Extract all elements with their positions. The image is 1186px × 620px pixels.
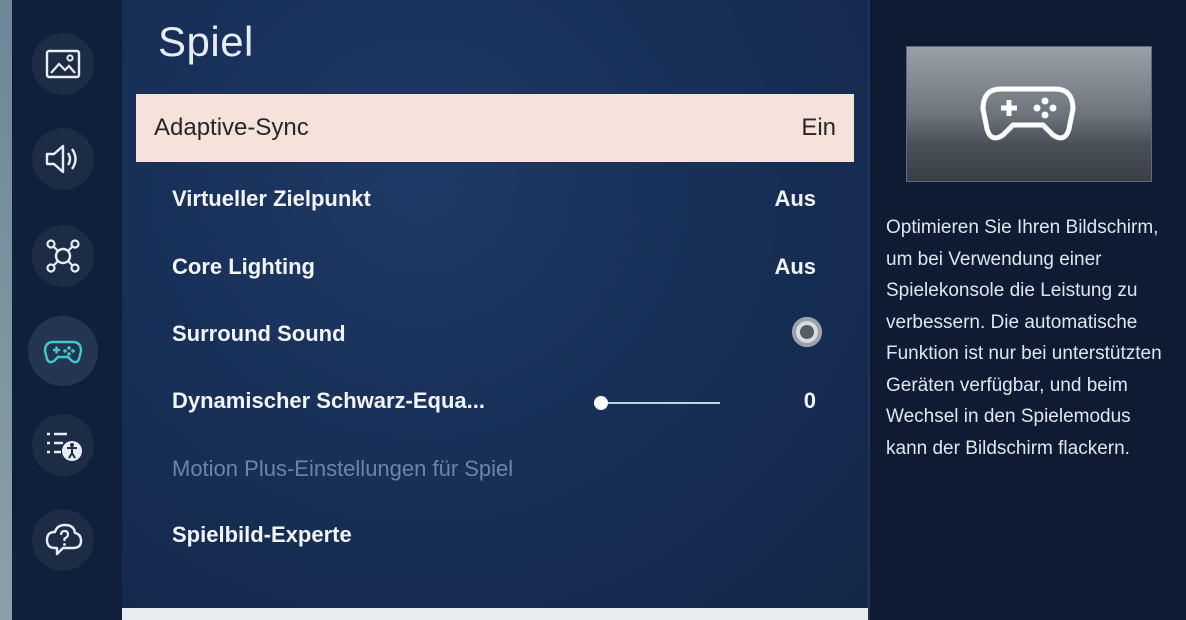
help-image: [906, 46, 1152, 182]
support-icon: [45, 523, 83, 556]
accessibility-icon: [47, 432, 82, 461]
help-panel: Optimieren Sie Ihren Bildschirm, um bei …: [868, 0, 1186, 620]
page-title: Spiel: [158, 18, 254, 65]
menu-item-value: Aus: [774, 186, 816, 211]
sound-icon: [45, 144, 77, 174]
picture-icon: [45, 49, 81, 79]
category-sidebar: [12, 0, 122, 620]
menu-item-surround-sound[interactable]: Surround Sound: [172, 313, 822, 353]
support-settings-button[interactable]: [32, 509, 94, 571]
menu-item-virtual-aim-point[interactable]: Virtueller Zielpunkt Aus: [172, 178, 822, 218]
menu-item-core-lighting[interactable]: Core Lighting Aus: [172, 246, 822, 286]
network-icon: [46, 239, 80, 273]
menu-item-motion-plus-settings: Motion Plus-Einstellungen für Spiel: [172, 448, 822, 488]
menu-item-value: Aus: [774, 254, 816, 279]
tv-settings-screen: Spiel Adaptive-Sync Ein Virtueller Zielp…: [0, 0, 1186, 620]
menu-item-value: Ein: [801, 114, 836, 141]
gamepad-icon: [980, 86, 1076, 141]
sound-settings-button[interactable]: [32, 128, 94, 190]
menu-item-label: Core Lighting: [172, 254, 315, 279]
black-equalizer-slider-track[interactable]: [602, 402, 720, 404]
menu-item-adaptive-sync[interactable]: Adaptive-Sync Ein: [136, 94, 854, 162]
menu-item-label: Adaptive-Sync: [154, 114, 309, 141]
connection-settings-button[interactable]: [32, 225, 94, 287]
menu-item-label: Spielbild-Experte: [172, 522, 352, 547]
menu-item-value: 0: [803, 388, 816, 413]
menu-item-label: Dynamischer Schwarz-Equa...: [172, 388, 485, 413]
help-description: Optimieren Sie Ihren Bildschirm, um bei …: [886, 217, 1162, 459]
menu-item-label: Surround Sound: [172, 321, 346, 346]
menu-item-label: Virtueller Zielpunkt: [172, 186, 371, 211]
gamepad-icon: [43, 340, 83, 364]
game-settings-button[interactable]: [28, 316, 98, 386]
menu-item-dynamic-black-equalizer[interactable]: Dynamischer Schwarz-Equa... 0: [172, 380, 822, 420]
accessibility-settings-button[interactable]: [32, 414, 94, 476]
black-equalizer-slider-handle[interactable]: [594, 396, 608, 410]
background-edge: [0, 0, 12, 620]
picture-settings-button[interactable]: [32, 33, 94, 95]
menu-item-label: Motion Plus-Einstellungen für Spiel: [172, 456, 514, 481]
game-settings-menu: Spiel Adaptive-Sync Ein Virtueller Zielp…: [122, 0, 868, 608]
surround-sound-toggle[interactable]: [792, 317, 822, 347]
bottom-edge: [122, 608, 868, 620]
menu-item-game-picture-expert[interactable]: Spielbild-Experte: [172, 514, 822, 554]
